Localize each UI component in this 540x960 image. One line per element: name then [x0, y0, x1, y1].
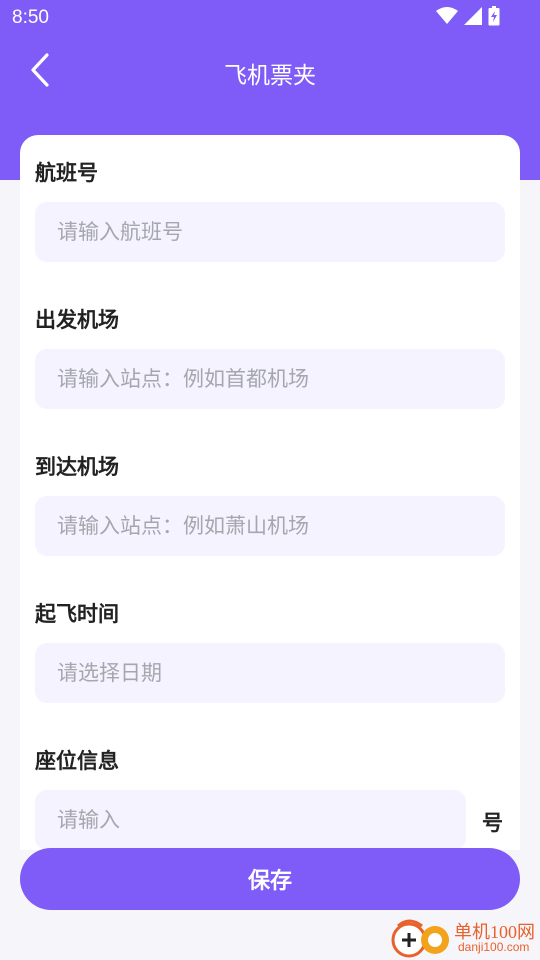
- arrival-airport-input[interactable]: [35, 496, 505, 556]
- seat-info-input[interactable]: [35, 790, 466, 850]
- battery-icon: [488, 6, 500, 26]
- status-bar: 8:50: [0, 0, 540, 36]
- flight-number-label: 航班号: [35, 161, 98, 185]
- page-title: 飞机票夹: [224, 63, 316, 89]
- watermark: 单机100网 danji100.com: [390, 916, 540, 960]
- status-time: 8:50: [12, 7, 49, 28]
- form-card: 航班号 出发机场 到达机场 起飞时间 座位信息 号: [20, 135, 520, 850]
- departure-airport-input[interactable]: [35, 349, 505, 409]
- watermark-domain: danji100.com: [458, 940, 530, 954]
- seat-info-label: 座位信息: [35, 749, 119, 773]
- nav-bar: 飞机票夹: [0, 40, 540, 104]
- wifi-icon: [436, 7, 458, 25]
- save-button[interactable]: 保存: [20, 848, 520, 910]
- arrival-airport-label: 到达机场: [35, 455, 119, 479]
- seat-suffix-label: 号: [482, 811, 503, 835]
- watermark-logo-icon: [390, 918, 452, 960]
- status-icons: [436, 6, 500, 26]
- departure-airport-label: 出发机场: [35, 308, 119, 332]
- flight-number-input[interactable]: [35, 202, 505, 262]
- signal-icon: [464, 7, 482, 25]
- departure-date-picker[interactable]: [35, 643, 505, 703]
- departure-time-label: 起飞时间: [35, 602, 119, 626]
